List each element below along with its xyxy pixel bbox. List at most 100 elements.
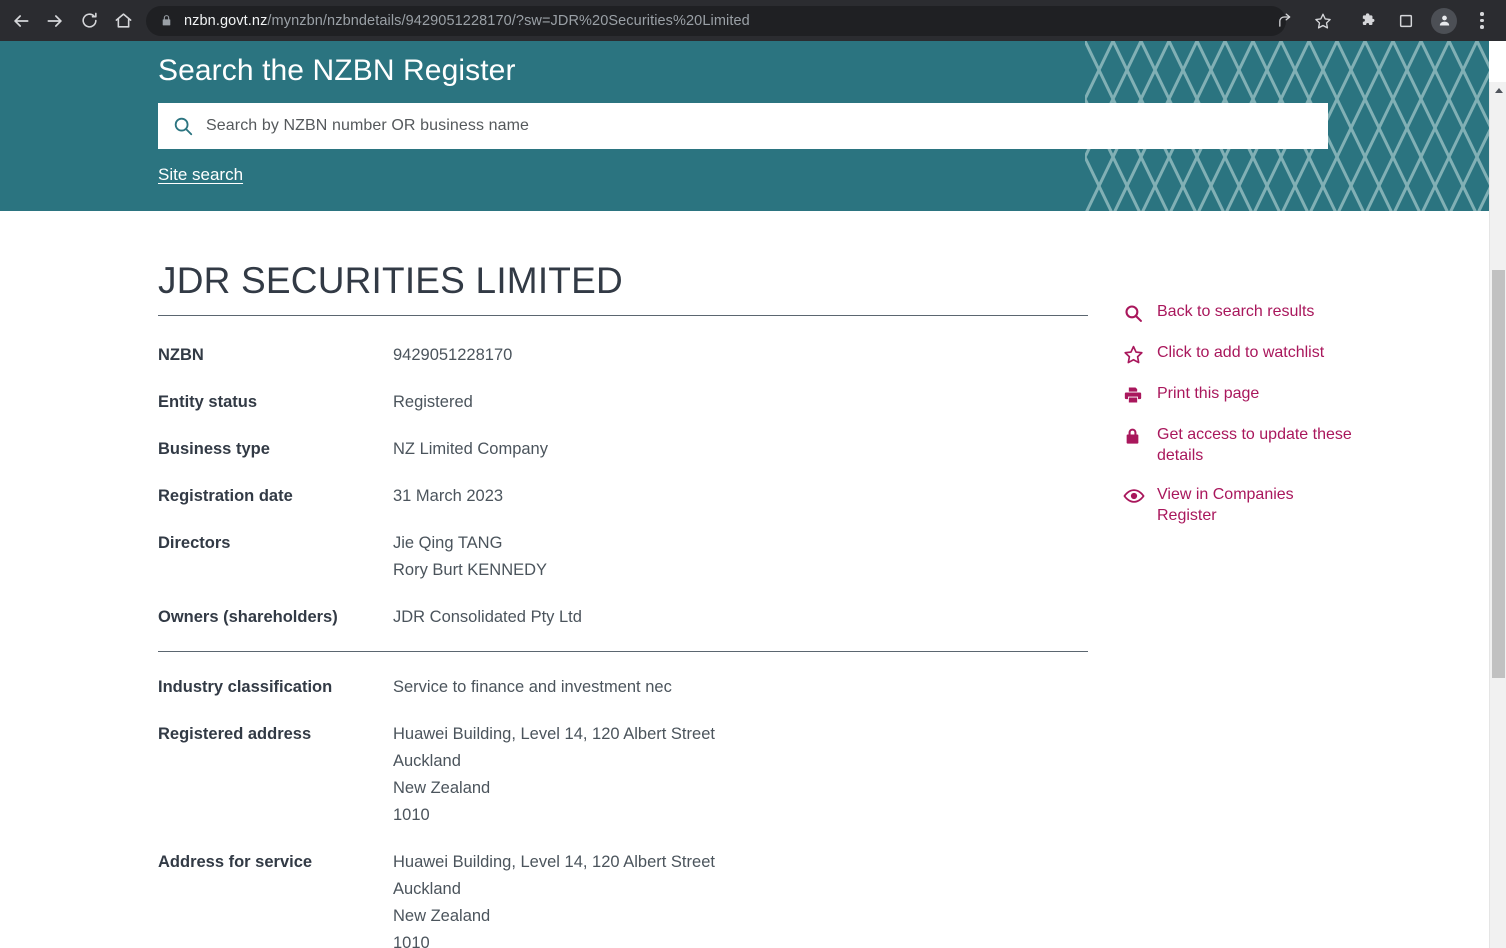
detail-label: NZBN [158,346,204,364]
reload-button[interactable] [72,4,106,38]
detail-row: Entity status Registered [158,389,1088,416]
site-search-link[interactable]: Site search [158,165,243,184]
site-security-lock-icon[interactable] [160,14,180,27]
browser-toolbar: nzbn.govt.nz/mynzbn/nzbndetails/94290512… [0,0,1506,41]
detail-row: Address for service Huawei Building, Leve… [158,849,1088,948]
detail-label: Owners (shareholders) [158,608,338,626]
detail-value-line: JDR Consolidated Pty Ltd [393,608,582,626]
share-button[interactable] [1269,5,1301,37]
detail-value-line: 1010 [393,934,430,948]
person-icon [1439,15,1449,26]
forward-button[interactable] [38,4,72,38]
home-button[interactable] [106,4,140,38]
page-scrollbar[interactable] [1489,82,1506,948]
extensions-button[interactable] [1352,5,1384,37]
site-header: Search the NZBN Register Search by NZBN … [0,41,1489,211]
detail-row: Directors Jie Qing TANG Rory Burt KENNEDY [158,530,1088,584]
star-icon [1123,343,1157,365]
action-label[interactable]: Get access to update these details [1157,424,1353,466]
avatar [1431,7,1457,34]
lock-icon [1123,425,1157,447]
detail-value: 9429051228170 [393,342,1088,369]
arrow-left-icon [14,14,29,27]
profile-button[interactable] [1428,5,1460,37]
address-bar[interactable]: nzbn.govt.nz/mynzbn/nzbndetails/94290512… [146,5,1286,36]
header-title: Search the NZBN Register [158,54,516,87]
page-title: JDR SECURITIES LIMITED [158,260,623,301]
url-text: nzbn.govt.nz/mynzbn/nzbndetails/94290512… [184,13,750,29]
search-icon [1123,302,1157,324]
detail-row: Registration date 31 March 2023 [158,483,1088,510]
page-actions-sidebar: Back to search results Click to add to wa… [1123,301,1353,544]
search-icon [172,115,206,137]
search-input-placeholder[interactable]: Search by NZBN number OR business name [206,117,529,135]
entity-details-primary: NZBN 9429051228170 Entity status Registered… [158,342,1088,631]
detail-label: Address for service [158,853,313,871]
header-inner: Search the NZBN Register Search by NZBN … [0,41,1489,185]
action-label[interactable]: Print this page [1157,383,1259,404]
star-icon [1315,13,1331,29]
detail-value-line: Huawei Building, Level 14, 120 Albert St… [393,725,715,743]
scrollbar-thumb[interactable] [1492,270,1505,678]
detail-value: Jie Qing TANG Rory Burt KENNEDY [393,530,1088,584]
action-item[interactable]: View in Companies Register [1123,484,1353,526]
page-viewport: Search the NZBN Register Search by NZBN … [0,41,1506,948]
side-panel-icon [1399,14,1413,27]
detail-row: NZBN 9429051228170 [158,342,1088,369]
detail-value: 31 March 2023 [393,483,1088,510]
bookmark-button[interactable] [1307,5,1339,37]
detail-label: Directors [158,534,231,552]
reload-icon [81,12,97,28]
title-divider [158,315,1088,316]
eye-icon [1123,485,1157,507]
detail-label: Registered address [158,725,312,743]
detail-label: Industry classification [158,678,333,696]
detail-value: Huawei Building, Level 14, 120 Albert St… [393,721,1088,829]
entity-details-secondary: Industry classification Service to financ… [158,674,1088,948]
chrome-menu-button[interactable] [1466,5,1498,37]
detail-value-line: Auckland [393,752,461,770]
scrollbar-up-arrow-icon[interactable] [1490,82,1506,99]
detail-value: Huawei Building, Level 14, 120 Albert St… [393,849,1088,948]
detail-value: Service to finance and investment nec [393,674,1088,701]
action-item[interactable]: Get access to update these details [1123,424,1353,466]
detail-row: Registered address Huawei Building, Level… [158,721,1088,829]
side-panel-button[interactable] [1390,5,1422,37]
detail-row: Owners (shareholders) JDR Consolidated Pt… [158,604,1088,631]
detail-value: JDR Consolidated Pty Ltd [393,604,1088,631]
arrow-right-icon [47,14,62,27]
printer-icon [1123,384,1157,406]
browser-actions [1266,0,1506,41]
detail-value: Registered [393,389,1088,416]
section-divider [158,651,1088,652]
puzzle-icon [1362,13,1374,26]
detail-row: Business type NZ Limited Company [158,436,1088,463]
detail-value-line: Service to finance and investment nec [393,678,672,696]
nzbn-search-box[interactable]: Search by NZBN number OR business name [158,103,1328,149]
detail-value-line: Jie Qing TANG [393,534,503,552]
detail-label: Registration date [158,487,293,505]
url-path: /mynzbn/nzbndetails/9429051228170/?sw=JD… [267,12,750,29]
home-icon [115,13,131,28]
detail-value-line: 31 March 2023 [393,487,504,505]
browser-nav-buttons [0,4,140,38]
detail-value: NZ Limited Company [393,436,1088,463]
detail-value-line: Huawei Building, Level 14, 120 Albert St… [393,853,715,871]
url-domain: nzbn.govt.nz [184,12,268,29]
detail-label: Entity status [158,393,258,411]
action-label[interactable]: Back to search results [1157,301,1314,322]
action-label[interactable]: View in Companies Register [1157,484,1353,526]
detail-label: Business type [158,440,270,458]
detail-row: Industry classification Service to financ… [158,674,1088,701]
detail-value-line: 9429051228170 [393,346,513,364]
action-item[interactable]: Click to add to watchlist [1123,342,1353,365]
action-item[interactable]: Print this page [1123,383,1353,406]
action-item[interactable]: Back to search results [1123,301,1353,324]
detail-value-line: NZ Limited Company [393,440,548,458]
share-icon [1278,13,1290,27]
back-button[interactable] [4,4,38,38]
action-label[interactable]: Click to add to watchlist [1157,342,1324,363]
detail-value-line: Rory Burt KENNEDY [393,561,548,579]
detail-value-line: Auckland [393,880,461,898]
detail-value-line: 1010 [393,806,430,824]
